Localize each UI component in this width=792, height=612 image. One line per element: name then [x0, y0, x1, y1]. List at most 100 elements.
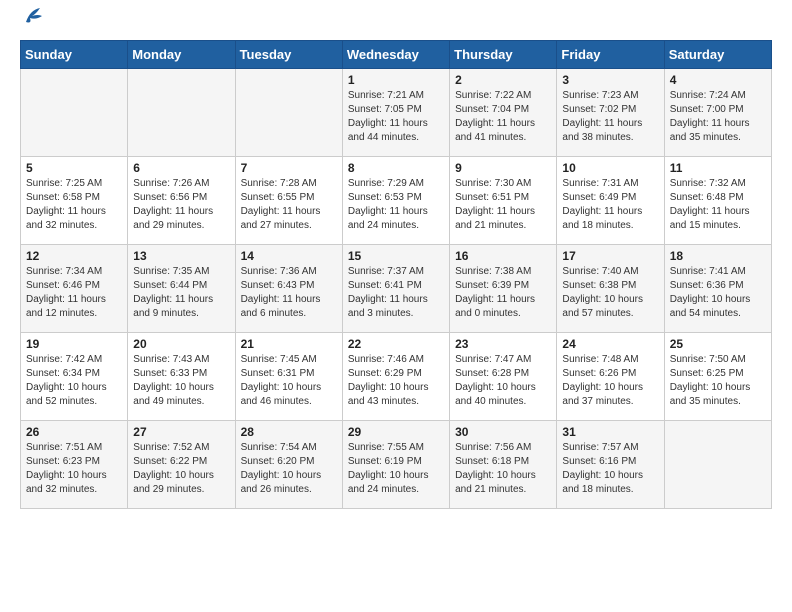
- day-info: Sunrise: 7:38 AM Sunset: 6:39 PM Dayligh…: [455, 265, 551, 321]
- day-info: Sunrise: 7:31 AM Sunset: 6:49 PM Dayligh…: [562, 177, 658, 233]
- day-number: 11: [670, 161, 766, 175]
- day-cell: 7 Sunrise: 7:28 AM Sunset: 6:55 PM Daylig…: [235, 157, 342, 245]
- header-thursday: Thursday: [450, 41, 557, 69]
- day-number: 26: [26, 425, 122, 439]
- day-number: 19: [26, 337, 122, 351]
- day-number: 24: [562, 337, 658, 351]
- day-cell: 2 Sunrise: 7:22 AM Sunset: 7:04 PM Daylig…: [450, 69, 557, 157]
- day-cell: [21, 69, 128, 157]
- day-number: 17: [562, 249, 658, 263]
- day-number: 4: [670, 73, 766, 87]
- logo: [20, 16, 44, 26]
- day-info: Sunrise: 7:25 AM Sunset: 6:58 PM Dayligh…: [26, 177, 122, 233]
- day-cell: 27Sunrise: 7:52 AM Sunset: 6:22 PM Dayli…: [128, 421, 235, 509]
- day-info: Sunrise: 7:51 AM Sunset: 6:23 PM Dayligh…: [26, 441, 122, 497]
- day-cell: 13 Sunrise: 7:35 AM Sunset: 6:44 PM Dayli…: [128, 245, 235, 333]
- day-cell: 18 Sunrise: 7:41 AM Sunset: 6:36 PM Dayli…: [664, 245, 771, 333]
- day-info: Sunrise: 7:54 AM Sunset: 6:20 PM Dayligh…: [241, 441, 337, 497]
- day-cell: 9Sunrise: 7:30 AM Sunset: 6:51 PM Daylig…: [450, 157, 557, 245]
- day-cell: 31 Sunrise: 7:57 AM Sunset: 6:16 PM Dayli…: [557, 421, 664, 509]
- logo-bird-icon: [22, 8, 44, 26]
- day-cell: 30 Sunrise: 7:56 AM Sunset: 6:18 PM Dayli…: [450, 421, 557, 509]
- day-cell: 12 Sunrise: 7:34 AM Sunset: 6:46 PM Dayli…: [21, 245, 128, 333]
- day-info: Sunrise: 7:41 AM Sunset: 6:36 PM Dayligh…: [670, 265, 766, 321]
- day-number: 31: [562, 425, 658, 439]
- day-cell: 22Sunrise: 7:46 AM Sunset: 6:29 PM Dayli…: [342, 333, 449, 421]
- day-info: Sunrise: 7:23 AM Sunset: 7:02 PM Dayligh…: [562, 89, 658, 145]
- day-cell: 5 Sunrise: 7:25 AM Sunset: 6:58 PM Daylig…: [21, 157, 128, 245]
- day-number: 28: [241, 425, 337, 439]
- day-cell: 10 Sunrise: 7:31 AM Sunset: 6:49 PM Dayli…: [557, 157, 664, 245]
- day-info: Sunrise: 7:35 AM Sunset: 6:44 PM Dayligh…: [133, 265, 229, 321]
- day-info: Sunrise: 7:45 AM Sunset: 6:31 PM Dayligh…: [241, 353, 337, 409]
- day-info: Sunrise: 7:29 AM Sunset: 6:53 PM Dayligh…: [348, 177, 444, 233]
- day-number: 18: [670, 249, 766, 263]
- day-cell: 4 Sunrise: 7:24 AM Sunset: 7:00 PM Daylig…: [664, 69, 771, 157]
- page-header: [20, 16, 772, 26]
- day-number: 5: [26, 161, 122, 175]
- header-tuesday: Tuesday: [235, 41, 342, 69]
- day-cell: 29 Sunrise: 7:55 AM Sunset: 6:19 PM Dayli…: [342, 421, 449, 509]
- header-friday: Friday: [557, 41, 664, 69]
- week-row-3: 12 Sunrise: 7:34 AM Sunset: 6:46 PM Dayli…: [21, 245, 772, 333]
- day-cell: [664, 421, 771, 509]
- day-number: 30: [455, 425, 551, 439]
- day-info: Sunrise: 7:24 AM Sunset: 7:00 PM Dayligh…: [670, 89, 766, 145]
- day-cell: 8 Sunrise: 7:29 AM Sunset: 6:53 PM Daylig…: [342, 157, 449, 245]
- day-number: 3: [562, 73, 658, 87]
- day-cell: 26 Sunrise: 7:51 AM Sunset: 6:23 PM Dayli…: [21, 421, 128, 509]
- day-number: 29: [348, 425, 444, 439]
- day-number: 10: [562, 161, 658, 175]
- day-info: Sunrise: 7:40 AM Sunset: 6:38 PM Dayligh…: [562, 265, 658, 321]
- day-cell: 11 Sunrise: 7:32 AM Sunset: 6:48 PM Dayli…: [664, 157, 771, 245]
- day-cell: 20Sunrise: 7:43 AM Sunset: 6:33 PM Dayli…: [128, 333, 235, 421]
- day-number: 7: [241, 161, 337, 175]
- week-row-1: 1 Sunrise: 7:21 AM Sunset: 7:05 PM Daylig…: [21, 69, 772, 157]
- day-number: 16: [455, 249, 551, 263]
- day-info: Sunrise: 7:57 AM Sunset: 6:16 PM Dayligh…: [562, 441, 658, 497]
- day-info: Sunrise: 7:52 AM Sunset: 6:22 PM Dayligh…: [133, 441, 229, 497]
- day-number: 15: [348, 249, 444, 263]
- day-info: Sunrise: 7:36 AM Sunset: 6:43 PM Dayligh…: [241, 265, 337, 321]
- day-cell: 15Sunrise: 7:37 AM Sunset: 6:41 PM Dayli…: [342, 245, 449, 333]
- calendar-header-row: SundayMondayTuesdayWednesdayThursdayFrid…: [21, 41, 772, 69]
- day-number: 2: [455, 73, 551, 87]
- day-info: Sunrise: 7:47 AM Sunset: 6:28 PM Dayligh…: [455, 353, 551, 409]
- day-number: 14: [241, 249, 337, 263]
- header-saturday: Saturday: [664, 41, 771, 69]
- day-info: Sunrise: 7:28 AM Sunset: 6:55 PM Dayligh…: [241, 177, 337, 233]
- day-cell: 17 Sunrise: 7:40 AM Sunset: 6:38 PM Dayli…: [557, 245, 664, 333]
- day-cell: 16 Sunrise: 7:38 AM Sunset: 6:39 PM Dayli…: [450, 245, 557, 333]
- header-wednesday: Wednesday: [342, 41, 449, 69]
- day-info: Sunrise: 7:21 AM Sunset: 7:05 PM Dayligh…: [348, 89, 444, 145]
- day-number: 20: [133, 337, 229, 351]
- day-cell: 24 Sunrise: 7:48 AM Sunset: 6:26 PM Dayli…: [557, 333, 664, 421]
- day-cell: 3 Sunrise: 7:23 AM Sunset: 7:02 PM Daylig…: [557, 69, 664, 157]
- day-number: 8: [348, 161, 444, 175]
- week-row-5: 26 Sunrise: 7:51 AM Sunset: 6:23 PM Dayli…: [21, 421, 772, 509]
- day-info: Sunrise: 7:55 AM Sunset: 6:19 PM Dayligh…: [348, 441, 444, 497]
- day-number: 22: [348, 337, 444, 351]
- day-number: 23: [455, 337, 551, 351]
- day-info: Sunrise: 7:42 AM Sunset: 6:34 PM Dayligh…: [26, 353, 122, 409]
- day-cell: 23 Sunrise: 7:47 AM Sunset: 6:28 PM Dayli…: [450, 333, 557, 421]
- day-info: Sunrise: 7:56 AM Sunset: 6:18 PM Dayligh…: [455, 441, 551, 497]
- day-cell: 14 Sunrise: 7:36 AM Sunset: 6:43 PM Dayli…: [235, 245, 342, 333]
- header-monday: Monday: [128, 41, 235, 69]
- week-row-4: 19 Sunrise: 7:42 AM Sunset: 6:34 PM Dayli…: [21, 333, 772, 421]
- calendar-table: SundayMondayTuesdayWednesdayThursdayFrid…: [20, 40, 772, 509]
- day-info: Sunrise: 7:48 AM Sunset: 6:26 PM Dayligh…: [562, 353, 658, 409]
- day-info: Sunrise: 7:22 AM Sunset: 7:04 PM Dayligh…: [455, 89, 551, 145]
- day-cell: 6Sunrise: 7:26 AM Sunset: 6:56 PM Daylig…: [128, 157, 235, 245]
- day-cell: 21Sunrise: 7:45 AM Sunset: 6:31 PM Dayli…: [235, 333, 342, 421]
- day-cell: [128, 69, 235, 157]
- day-number: 9: [455, 161, 551, 175]
- day-number: 1: [348, 73, 444, 87]
- day-number: 13: [133, 249, 229, 263]
- day-number: 12: [26, 249, 122, 263]
- day-info: Sunrise: 7:34 AM Sunset: 6:46 PM Dayligh…: [26, 265, 122, 321]
- day-info: Sunrise: 7:32 AM Sunset: 6:48 PM Dayligh…: [670, 177, 766, 233]
- day-cell: [235, 69, 342, 157]
- day-cell: 25Sunrise: 7:50 AM Sunset: 6:25 PM Dayli…: [664, 333, 771, 421]
- day-number: 6: [133, 161, 229, 175]
